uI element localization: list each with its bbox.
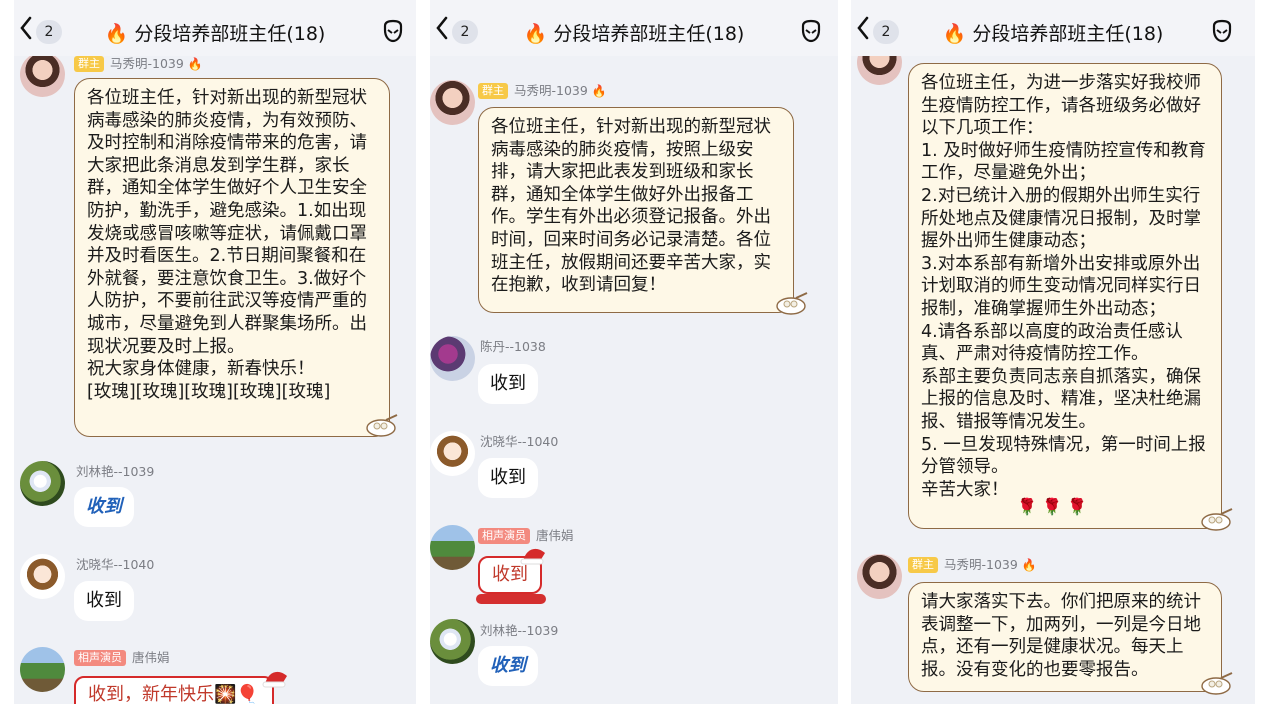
ribbon-decoration bbox=[476, 594, 546, 604]
flame-icon: 🔥 bbox=[104, 23, 129, 45]
avatar[interactable] bbox=[430, 619, 475, 664]
title-badge: 相声演员 bbox=[74, 650, 126, 666]
message-bubble[interactable]: 各位班主任，为进一步落实好我校师生疫情防控工作，请各班级务必做好以下几项工作： … bbox=[908, 63, 1222, 529]
bowl-sticker-icon bbox=[774, 292, 808, 318]
message-bubble[interactable]: 请大家落实下去。你们把原来的统计表调整一下，加两列，一列是今日地点，还有一列是健… bbox=[908, 582, 1222, 692]
chat-header: 2 🔥 分段培养部班主任(18) bbox=[430, 0, 838, 56]
group-name: 分段培养部班主任(18) bbox=[553, 23, 745, 45]
chat-title: 🔥 分段培养部班主任(18) bbox=[14, 19, 416, 46]
message-text: 各位班主任，为进一步落实好我校师生疫情防控工作，请各班级务必做好以下几项工作： … bbox=[921, 73, 1206, 500]
message-bubble[interactable]: 收到，新年快乐🎇🎈 bbox=[74, 676, 274, 704]
sender-line: 相声演员 唐伟娟 bbox=[74, 647, 170, 666]
message-bubble[interactable]: 各位班主任，针对新出现的新型冠状病毒感染的肺炎疫情，为有效预防、及时控制和消除疫… bbox=[74, 78, 390, 437]
sender-name: 唐伟娟 bbox=[132, 650, 170, 665]
sender-name: 马秀明-1039 bbox=[944, 557, 1018, 572]
avatar[interactable] bbox=[20, 647, 65, 692]
message-text: 各位班主任，针对新出现的新型冠状病毒感染的肺炎疫情，按照上级安排，请大家把此表发… bbox=[491, 117, 771, 296]
chat-header: 2 🔥 分段培养部班主任(18) bbox=[14, 0, 416, 56]
sender-name: 刘林艳--1039 bbox=[480, 623, 559, 638]
sender-name: 马秀明-1039 bbox=[110, 56, 184, 71]
message-bubble[interactable]: 各位班主任，针对新出现的新型冠状病毒感染的肺炎疫情，按照上级安排，请大家把此表发… bbox=[478, 107, 794, 313]
sender-line: 群主 马秀明-1039 🔥 bbox=[908, 554, 1037, 573]
bowl-sticker-icon bbox=[1199, 508, 1233, 534]
emoji-icon[interactable] bbox=[798, 18, 824, 44]
chat-header: 2 🔥 分段培养部班主任(18) bbox=[851, 0, 1255, 56]
santa-hat-icon bbox=[520, 543, 548, 565]
avatar[interactable] bbox=[430, 80, 475, 125]
flame-icon: 🔥 bbox=[591, 84, 607, 98]
chat-screenshot-1: 2 🔥 分段培养部班主任(18) 群主 马秀明-1039 🔥 各位班主任，针对新出现的… bbox=[14, 0, 416, 704]
chat-screenshot-2: 2 🔥 分段培养部班主任(18) 群主 马秀明-1039 🔥 各位班主任，针对新出现的… bbox=[430, 0, 838, 704]
owner-badge: 群主 bbox=[74, 56, 104, 72]
flame-icon: 🔥 bbox=[1021, 558, 1037, 572]
avatar[interactable] bbox=[857, 554, 902, 599]
sender-name: 陈丹--1038 bbox=[480, 339, 546, 354]
message-bubble[interactable]: 收到 bbox=[74, 581, 134, 621]
sender-name: 刘林艳--1039 bbox=[76, 464, 155, 479]
title-badge: 相声演员 bbox=[478, 528, 530, 544]
sender-name: 沈晓华--1040 bbox=[76, 557, 155, 572]
group-name: 分段培养部班主任(18) bbox=[134, 23, 326, 45]
emoji-icon[interactable] bbox=[1209, 18, 1235, 44]
group-name: 分段培养部班主任(18) bbox=[972, 23, 1164, 45]
bowl-sticker-icon bbox=[364, 414, 398, 440]
message-bubble[interactable]: 收到 bbox=[478, 458, 538, 498]
chat-screenshot-3: 2 🔥 分段培养部班主任(18) 各位班主任，为进一步落实好我校师生疫情防控工作，… bbox=[851, 0, 1255, 704]
bowl-sticker-icon bbox=[1199, 672, 1233, 698]
avatar[interactable] bbox=[20, 52, 65, 97]
avatar[interactable] bbox=[430, 525, 475, 570]
avatar[interactable] bbox=[430, 431, 475, 476]
sender-name: 沈晓华--1040 bbox=[480, 434, 559, 449]
owner-badge: 群主 bbox=[478, 83, 508, 99]
santa-hat-icon bbox=[262, 666, 290, 688]
sender-name: 唐伟娟 bbox=[536, 528, 574, 543]
sender-name: 马秀明-1039 bbox=[514, 83, 588, 98]
avatar[interactable] bbox=[20, 554, 65, 599]
flame-icon: 🔥 bbox=[942, 23, 967, 45]
avatar[interactable] bbox=[20, 461, 65, 506]
chat-title: 🔥 分段培养部班主任(18) bbox=[851, 19, 1255, 46]
sender-line: 群主 马秀明-1039 🔥 bbox=[478, 80, 607, 99]
message-text: 请大家落实下去。你们把原来的统计表调整一下，加两列，一列是今日地点，还有一列是健… bbox=[921, 592, 1201, 680]
message-bubble[interactable]: 收到 bbox=[74, 487, 134, 527]
message-bubble[interactable]: 收到 bbox=[478, 646, 538, 686]
message-bubble[interactable]: 收到 bbox=[478, 364, 538, 404]
sender-line: 相声演员 唐伟娟 bbox=[478, 525, 574, 544]
chat-title: 🔥 分段培养部班主任(18) bbox=[430, 19, 838, 46]
owner-badge: 群主 bbox=[908, 557, 938, 573]
flame-icon: 🔥 bbox=[187, 57, 203, 71]
message-text: 各位班主任，针对新出现的新型冠状病毒感染的肺炎疫情，为有效预防、及时控制和消除疫… bbox=[87, 88, 367, 402]
emoji-icon[interactable] bbox=[380, 18, 406, 44]
avatar[interactable] bbox=[430, 336, 475, 381]
rose-icons: 🌹 🌹 🌹 bbox=[1017, 497, 1087, 516]
flame-icon: 🔥 bbox=[523, 23, 548, 45]
